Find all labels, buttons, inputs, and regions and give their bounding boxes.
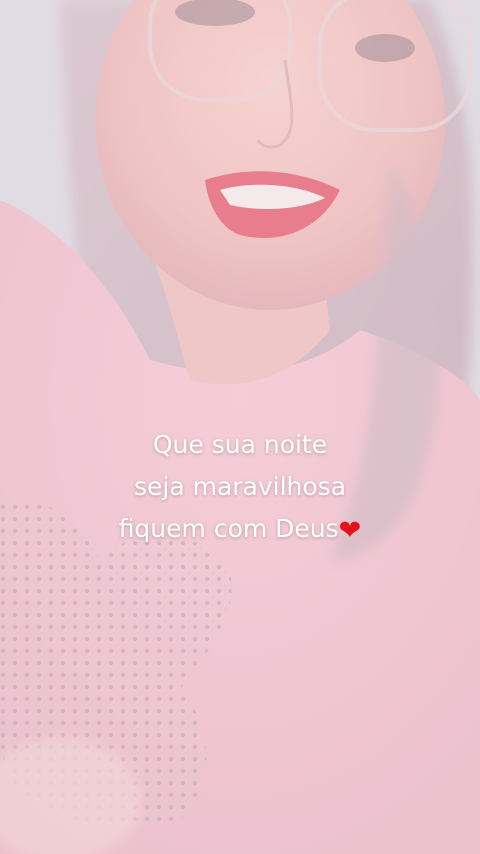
caption-line-3-text: fiquem com Deus <box>118 514 339 543</box>
heart-icon: ❤ <box>338 515 362 546</box>
caption-overlay: Que sua noite seja maravilhosa fiquem co… <box>0 424 480 550</box>
video-frame: Que sua noite seja maravilhosa fiquem co… <box>0 0 480 854</box>
caption-line-1: Que sua noite <box>152 430 328 459</box>
caption-line-2: seja maravilhosa <box>133 472 347 501</box>
caption-line-3: fiquem com Deus❤ <box>0 508 480 550</box>
